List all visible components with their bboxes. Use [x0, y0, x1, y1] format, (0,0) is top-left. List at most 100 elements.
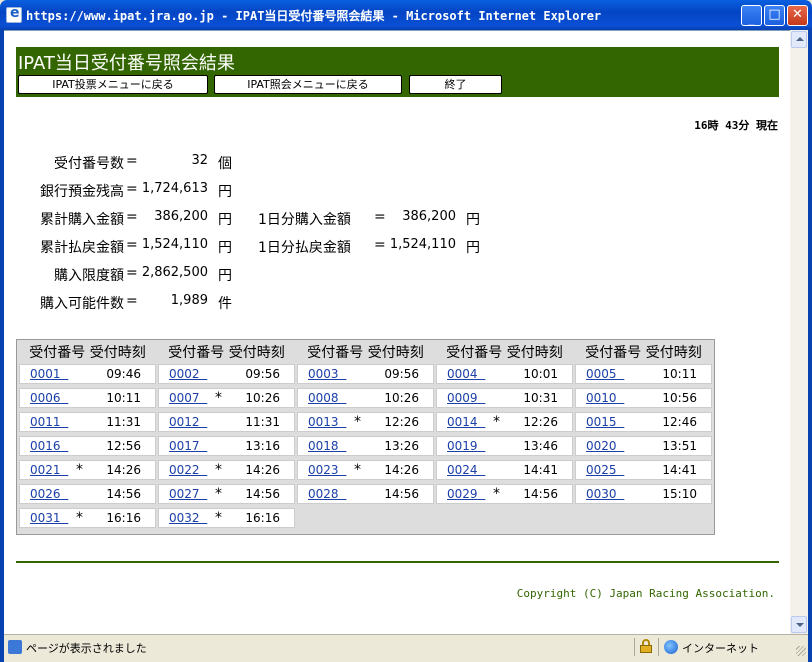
receipt-time: 12:46: [662, 415, 697, 429]
receipt-number-link[interactable]: 0010: [586, 391, 624, 405]
receipt-cell: 0020 13:51: [575, 436, 712, 456]
summary-label: 1日分払戻金額: [258, 240, 351, 256]
page-viewport: IPAT当日受付番号照会結果 IPAT投票メニューに戻る IPAT照会メニューに…: [4, 30, 790, 634]
receipt-time: 12:56: [106, 439, 141, 453]
maximize-button[interactable]: □: [764, 5, 785, 26]
receipt-number-link[interactable]: 0007: [169, 391, 207, 405]
maximize-icon: □: [768, 7, 781, 22]
receipt-table-header: 受付番号 受付時刻: [575, 342, 712, 362]
security-zone: インターネット: [682, 642, 759, 655]
summary-value: 386,200: [402, 209, 456, 224]
resize-grip[interactable]: [796, 646, 806, 656]
receipt-time: 14:26: [245, 463, 280, 477]
receipt-number-link[interactable]: 0017: [169, 439, 207, 453]
receipt-time: 14:56: [245, 487, 280, 501]
window-title: https://www.ipat.jra.go.jp - IPAT当日受付番号照…: [26, 8, 602, 23]
receipt-number-link[interactable]: 0027: [169, 487, 207, 501]
summary-unit: 円: [218, 184, 232, 200]
receipt-mark: *: [493, 414, 500, 430]
receipt-number-link[interactable]: 0013: [308, 415, 346, 429]
receipt-cell: 0019 13:46: [436, 436, 573, 456]
receipt-number-link[interactable]: 0002: [169, 367, 207, 381]
receipt-time: 14:56: [106, 487, 141, 501]
receipt-time: 12:26: [523, 415, 558, 429]
receipt-number-link[interactable]: 0004: [447, 367, 485, 381]
receipt-number-link[interactable]: 0032: [169, 511, 207, 525]
receipt-cell: 0024 14:41: [436, 460, 573, 480]
receipt-number-link[interactable]: 0014: [447, 415, 485, 429]
receipt-cell: 0002 09:56: [158, 364, 295, 384]
minimize-button[interactable]: _: [741, 5, 762, 27]
receipt-number-link[interactable]: 0031: [30, 511, 68, 525]
receipt-number-link[interactable]: 0025: [586, 463, 624, 477]
receipt-number-link[interactable]: 0029: [447, 487, 485, 501]
close-button[interactable]: ✕: [787, 5, 808, 26]
receipt-cell: 0023 * 14:26: [297, 460, 434, 480]
receipt-number-link[interactable]: 0019: [447, 439, 485, 453]
summary-unit: 円: [466, 240, 480, 256]
receipt-mark: *: [354, 414, 361, 430]
summary-label: 購入可能件数: [40, 296, 124, 312]
receipt-mark: *: [76, 510, 83, 526]
receipt-number-link[interactable]: 0021: [30, 463, 68, 477]
vote-menu-button[interactable]: IPAT投票メニューに戻る: [18, 75, 208, 94]
receipt-cell: 0032 * 16:16: [158, 508, 295, 528]
receipt-number-link[interactable]: 0024: [447, 463, 485, 477]
receipt-number-link[interactable]: 0022: [169, 463, 207, 477]
receipt-cell: 0007 * 10:26: [158, 388, 295, 408]
summary-unit: 円: [218, 212, 232, 228]
receipt-time: 10:11: [106, 391, 141, 405]
receipt-number-link[interactable]: 0015: [586, 415, 624, 429]
receipt-mark: *: [215, 390, 222, 406]
receipt-time: 09:56: [384, 367, 419, 381]
receipt-time: 10:01: [523, 367, 558, 381]
summary-unit: 件: [218, 296, 232, 312]
receipt-cell: 0022 * 14:26: [158, 460, 295, 480]
receipt-cell: 0031 * 16:16: [19, 508, 156, 528]
vertical-scrollbar[interactable]: [790, 30, 808, 634]
receipt-time: 14:41: [662, 463, 697, 477]
receipt-number-link[interactable]: 0018: [308, 439, 346, 453]
receipt-number-link[interactable]: 0008: [308, 391, 346, 405]
receipt-number-link[interactable]: 0009: [447, 391, 485, 405]
header-receipt-number: 受付番号: [585, 345, 642, 361]
receipt-number-link[interactable]: 0016: [30, 439, 68, 453]
receipt-cell: 0030 15:10: [575, 484, 712, 504]
summary-value: 1,724,613: [141, 181, 208, 196]
receipt-time: 16:16: [106, 511, 141, 525]
receipt-number-link[interactable]: 0028: [308, 487, 346, 501]
receipt-number-link[interactable]: 0012: [169, 415, 207, 429]
status-text: ページが表示されました: [26, 642, 147, 655]
receipt-time: 14:41: [523, 463, 558, 477]
receipt-number-link[interactable]: 0003: [308, 367, 346, 381]
receipt-table-header: 受付番号 受付時刻: [436, 342, 573, 362]
receipt-number-link[interactable]: 0006: [30, 391, 68, 405]
summary-label: 銀行預金残高: [40, 184, 124, 200]
receipt-number-link[interactable]: 0023: [308, 463, 346, 477]
page-done-icon: [8, 640, 22, 654]
exit-button[interactable]: 終了: [409, 75, 502, 94]
inquiry-menu-button[interactable]: IPAT照会メニューに戻る: [214, 75, 402, 94]
receipt-cell: 0012 11:31: [158, 412, 295, 432]
receipt-mark: *: [215, 462, 222, 478]
summary-value: 1,989: [170, 293, 208, 308]
receipt-mark: *: [354, 462, 361, 478]
receipt-time: 10:31: [523, 391, 558, 405]
summary-label: 累計購入金額: [40, 212, 124, 228]
receipt-time: 14:26: [384, 463, 419, 477]
header-receipt-time: 受付時刻: [506, 345, 563, 361]
scroll-up-icon[interactable]: [791, 31, 807, 48]
scroll-down-icon[interactable]: [791, 616, 807, 633]
receipt-number-link[interactable]: 0030: [586, 487, 624, 501]
receipt-mark: *: [215, 510, 222, 526]
receipt-number-link[interactable]: 0020: [586, 439, 624, 453]
receipt-number-link[interactable]: 0026: [30, 487, 68, 501]
close-icon: ✕: [792, 7, 803, 22]
receipt-time: 16:16: [245, 511, 280, 525]
receipt-number-link[interactable]: 0011: [30, 415, 68, 429]
receipt-time: 11:31: [245, 415, 280, 429]
receipt-number-link[interactable]: 0001: [30, 367, 68, 381]
current-time: 16時 43分 現在: [694, 119, 778, 132]
receipt-number-link[interactable]: 0005: [586, 367, 624, 381]
summary-unit: 円: [466, 212, 480, 228]
